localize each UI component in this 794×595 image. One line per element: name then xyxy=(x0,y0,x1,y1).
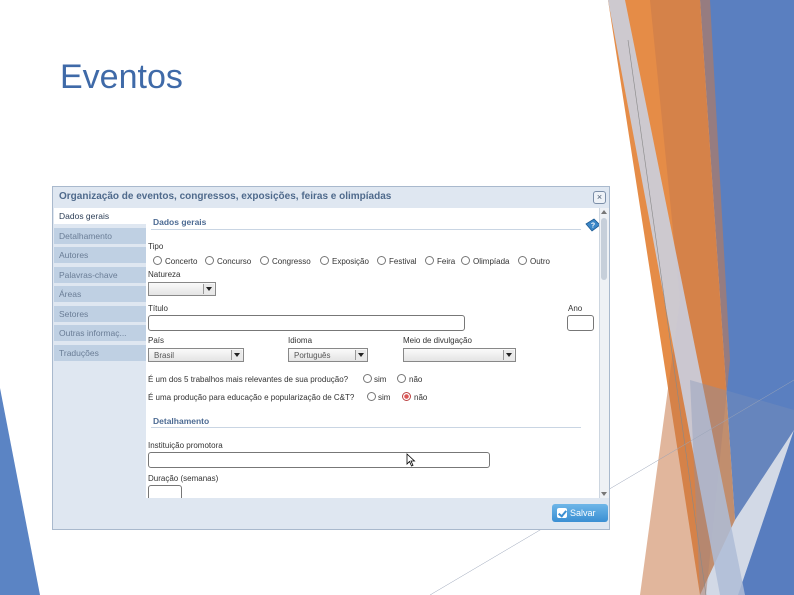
type-option-label: Feira xyxy=(437,257,456,266)
type-option-label: Congresso xyxy=(272,257,311,266)
nav-item-dados-gerais[interactable]: Dados gerais xyxy=(54,208,146,224)
slide-title: Eventos xyxy=(60,58,183,96)
radio-type-concurso[interactable] xyxy=(205,256,214,265)
radio-type-olimpiada[interactable] xyxy=(461,256,470,265)
type-option-label: Concurso xyxy=(217,257,252,266)
scroll-down-icon[interactable] xyxy=(601,492,607,496)
no-label: não xyxy=(414,393,428,402)
radio-type-festival[interactable] xyxy=(377,256,386,265)
nature-label: Natureza xyxy=(148,270,181,279)
language-label: Idioma xyxy=(288,336,313,345)
nav-item-outras-informacoes[interactable]: Outras informaç... xyxy=(54,325,146,341)
nav-item-autores[interactable]: Autores xyxy=(54,247,146,263)
save-button[interactable]: Salvar xyxy=(552,504,608,522)
yes-label: sim xyxy=(378,393,391,402)
nature-select[interactable] xyxy=(148,282,216,296)
nav-item-detalhamento[interactable]: Detalhamento xyxy=(54,227,146,244)
svg-text:?: ? xyxy=(591,223,595,230)
dialog-nav: Dados gerais Detalhamento Autores Palavr… xyxy=(54,208,146,364)
chevron-down-icon xyxy=(203,284,214,294)
country-label: País xyxy=(148,336,165,345)
form-panel: Dados gerais ? Tipo Concerto Concurso Co… xyxy=(146,208,609,498)
duration-label: Duração (semanas) xyxy=(148,474,219,483)
yes-label: sim xyxy=(374,375,387,384)
nav-item-areas[interactable]: Áreas xyxy=(54,286,146,302)
no-label: não xyxy=(409,375,423,384)
nav-item-palavras-chave[interactable]: Palavras-chave xyxy=(54,266,146,283)
nav-item-setores[interactable]: Setores xyxy=(54,305,146,322)
section-divider xyxy=(151,229,581,230)
check-icon xyxy=(557,508,567,518)
section-dados-gerais: Dados gerais xyxy=(153,217,207,227)
media-label: Meio de divulgação xyxy=(403,336,472,345)
decor-shape-grey xyxy=(690,380,794,595)
media-select[interactable] xyxy=(403,348,516,362)
nav-item-traducoes[interactable]: Traduções xyxy=(54,344,146,361)
country-value: Brasil xyxy=(154,351,175,360)
scroll-up-icon[interactable] xyxy=(601,210,607,214)
relevance-question: É um dos 5 trabalhos mais relevantes de … xyxy=(148,375,349,384)
education-question: É uma produção para educação e populariz… xyxy=(148,393,355,402)
type-label: Tipo xyxy=(148,242,164,251)
institution-label: Instituição promotora xyxy=(148,441,223,450)
panel-scrollbar[interactable] xyxy=(599,208,609,498)
radio-type-exposicao[interactable] xyxy=(320,256,329,265)
radio-relevance-yes[interactable] xyxy=(363,374,372,383)
save-button-label: Salvar xyxy=(570,508,596,518)
radio-type-congresso[interactable] xyxy=(260,256,269,265)
chevron-down-icon xyxy=(355,350,366,360)
type-option-label: Olimpíada xyxy=(473,257,510,266)
type-option-label: Outro xyxy=(530,257,551,266)
title-label: Título xyxy=(148,304,169,313)
country-select[interactable]: Brasil xyxy=(148,348,244,362)
title-input[interactable] xyxy=(148,315,465,331)
radio-type-feira[interactable] xyxy=(425,256,434,265)
decor-shape-left xyxy=(0,388,40,595)
radio-education-no[interactable] xyxy=(402,392,411,401)
scroll-thumb[interactable] xyxy=(601,218,607,280)
language-select[interactable]: Português xyxy=(288,348,368,362)
type-option-label: Concerto xyxy=(165,257,198,266)
language-value: Português xyxy=(294,351,331,360)
type-option-label: Exposição xyxy=(332,257,369,266)
radio-relevance-no[interactable] xyxy=(397,374,406,383)
mouse-pointer-icon xyxy=(406,453,416,467)
institution-input[interactable] xyxy=(148,452,490,468)
event-dialog: Organização de eventos, congressos, expo… xyxy=(52,186,610,530)
year-label: Ano xyxy=(568,304,583,313)
section-detalhamento: Detalhamento xyxy=(153,416,210,426)
radio-education-yes[interactable] xyxy=(367,392,376,401)
dialog-title: Organização de eventos, congressos, expo… xyxy=(59,191,392,202)
duration-input[interactable] xyxy=(148,485,182,498)
chevron-down-icon xyxy=(231,350,242,360)
type-option-label: Festival xyxy=(389,257,417,266)
close-icon[interactable]: × xyxy=(593,191,606,204)
section-divider xyxy=(151,427,581,428)
chevron-down-icon xyxy=(503,350,514,360)
year-input[interactable] xyxy=(567,315,594,331)
radio-type-concerto[interactable] xyxy=(153,256,162,265)
radio-type-outro[interactable] xyxy=(518,256,527,265)
